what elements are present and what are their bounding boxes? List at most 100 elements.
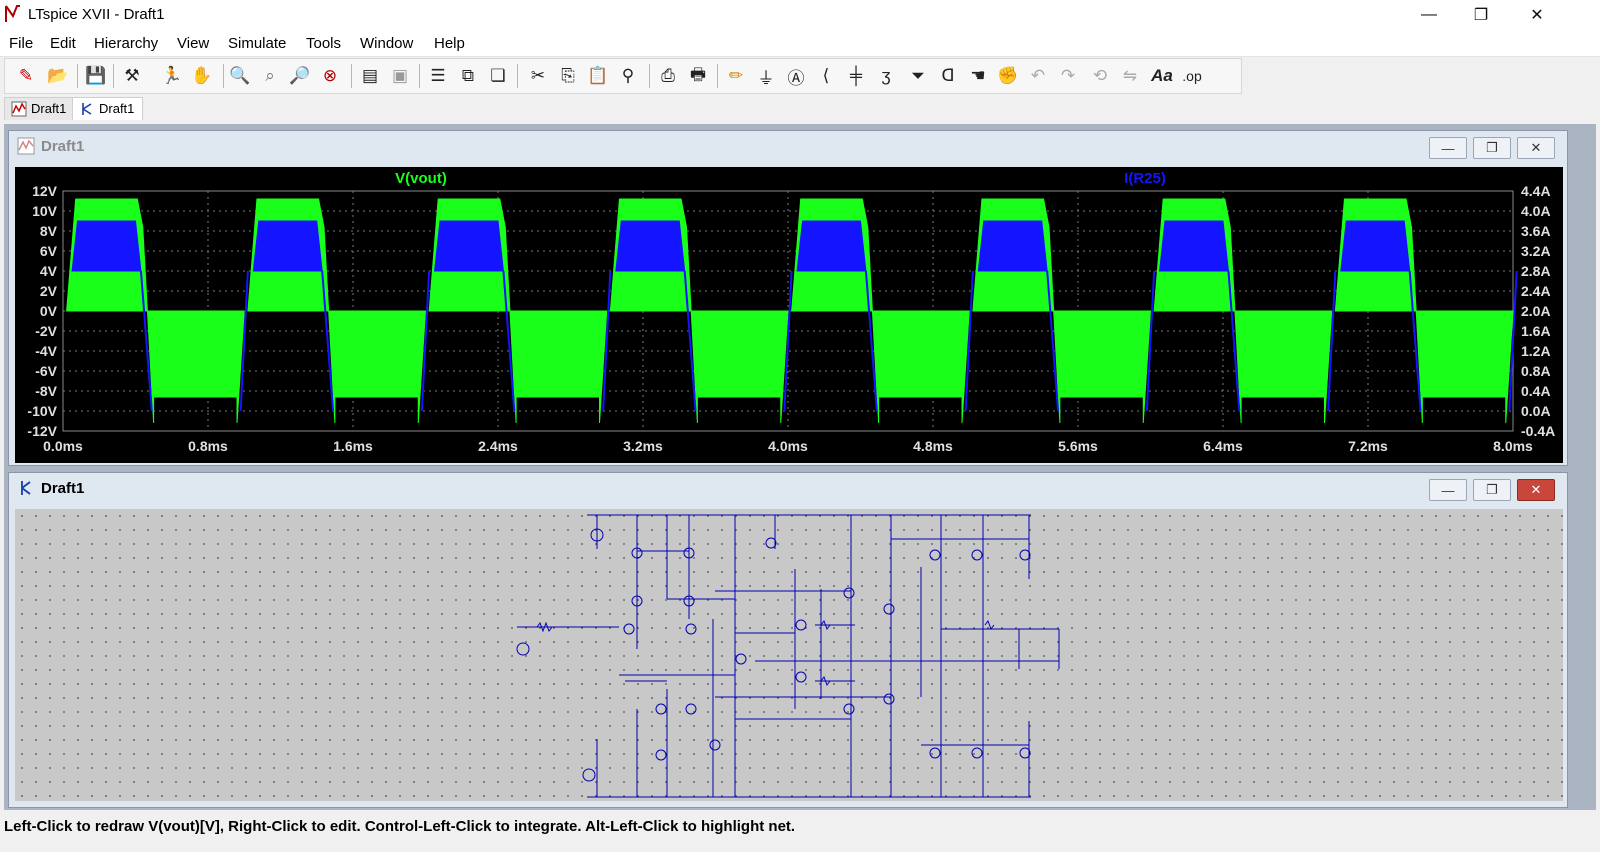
waveform-minimize-button[interactable]: — [1429, 137, 1467, 159]
print-preview-icon[interactable]: ⎙ [655, 63, 681, 89]
x-tick-label: 7.2ms [1348, 438, 1388, 454]
rotate-icon[interactable]: ⟲ [1087, 63, 1113, 89]
fit-view-icon[interactable]: ▣ [387, 63, 413, 89]
new-schematic-icon[interactable]: ✎ [13, 63, 39, 89]
toolbar: ✎ 📂 💾 ⚒ 🏃 ✋ 🔍 ⌕ 🔎 ⊗ ▤ ▣ ☰ ⧉ ❏ ✂ ⎘ 📋 ⚲ ⎙ … [4, 58, 1242, 94]
schematic-drawing [516, 514, 1060, 798]
save-icon[interactable]: 💾 [83, 63, 109, 89]
y-right-tick-label: 4.0A [1521, 203, 1551, 219]
window-title: LTspice XVII - Draft1 [28, 6, 165, 23]
menu-view[interactable]: View [177, 35, 209, 52]
tile-vertical-icon[interactable]: ⧉ [455, 63, 481, 89]
text-icon[interactable]: Aa [1149, 63, 1175, 89]
menu-help[interactable]: Help [434, 35, 465, 52]
zoom-cancel-icon[interactable]: ⊗ [317, 63, 343, 89]
menu-window[interactable]: Window [360, 35, 413, 52]
y-right-tick-label: 0.4A [1521, 383, 1551, 399]
move-icon[interactable]: ☚ [965, 63, 991, 89]
label-net-icon[interactable]: Ⓐ [783, 63, 809, 89]
y-right-tick-label: 2.0A [1521, 303, 1551, 319]
ltspice-logo-icon [5, 5, 20, 22]
open-icon[interactable]: 📂 [45, 63, 71, 89]
series-label-ir25: I(R25) [1124, 170, 1166, 187]
series-label-vout: V(vout) [395, 170, 447, 187]
inductor-icon[interactable]: ʒ [873, 63, 899, 89]
cut-icon[interactable]: ✂ [525, 63, 551, 89]
resistor-icon[interactable]: ⟨ [813, 63, 839, 89]
control-panel-icon[interactable]: ⚒ [119, 63, 145, 89]
zoom-out-icon[interactable]: 🔎 [287, 63, 313, 89]
y-left-tick-label: -2V [35, 323, 57, 339]
cascade-icon[interactable]: ❏ [485, 63, 511, 89]
menu-file[interactable]: File [9, 35, 33, 52]
schematic-window-icon [21, 481, 31, 495]
ir25-trace [977, 220, 1048, 272]
maximize-button[interactable]: ❐ [1452, 0, 1510, 30]
autorange-icon[interactable]: ▤ [357, 63, 383, 89]
x-tick-label: 2.4ms [478, 438, 518, 454]
waveform-restore-button[interactable]: ❐ [1473, 137, 1511, 159]
x-tick-label: 3.2ms [623, 438, 663, 454]
menu-bar: File Edit Hierarchy View Simulate Tools … [0, 30, 1600, 57]
halt-icon[interactable]: ✋ [189, 63, 215, 89]
tab-schematic[interactable]: Draft1 [72, 97, 144, 120]
document-tabs: Draft1 Draft1 [0, 96, 1600, 120]
minimize-button[interactable]: — [1400, 0, 1458, 30]
ground-icon[interactable]: ⏚ [753, 63, 779, 89]
x-tick-label: 6.4ms [1203, 438, 1243, 454]
capacitor-icon[interactable]: ╪ [843, 63, 869, 89]
menu-tools[interactable]: Tools [306, 35, 341, 52]
status-text: Left-Click to redraw V(vout)[V], Right-C… [4, 818, 796, 835]
spice-directive-icon[interactable]: .op [1179, 63, 1205, 89]
print-icon[interactable]: 🖶 [685, 63, 711, 89]
ir25-trace [1159, 220, 1229, 272]
y-right-tick-label: 3.2A [1521, 243, 1551, 259]
menu-hierarchy[interactable]: Hierarchy [94, 35, 158, 52]
x-tick-label: 4.0ms [768, 438, 808, 454]
y-right-tick-label: 0.0A [1521, 403, 1551, 419]
y-right-tick-label: 2.8A [1521, 263, 1551, 279]
y-left-tick-label: 10V [32, 203, 58, 219]
ir25-trace [434, 220, 504, 272]
tile-horizontal-icon[interactable]: ☰ [425, 63, 451, 89]
schematic-minimize-button[interactable]: — [1429, 479, 1467, 501]
y-left-tick-label: 0V [40, 303, 58, 319]
waveform-window-title: Draft1 [41, 138, 85, 155]
zoom-in-icon[interactable]: 🔍 [227, 63, 253, 89]
menu-edit[interactable]: Edit [50, 35, 76, 52]
y-left-tick-label: -6V [35, 363, 57, 379]
drag-icon[interactable]: ✊ [995, 63, 1021, 89]
y-left-tick-label: -12V [27, 423, 57, 439]
y-left-tick-label: 8V [40, 223, 58, 239]
schematic-close-button[interactable]: ✕ [1517, 479, 1555, 501]
ir25-trace [252, 220, 323, 272]
redo-icon[interactable]: ↷ [1055, 63, 1081, 89]
waveform-close-button[interactable]: ✕ [1517, 137, 1555, 159]
waveform-window: Draft1 — ❐ ✕ 0.0ms 0.8ms 1.6ms 2.4ms 3.2ms 4.… [8, 130, 1568, 466]
y-right-tick-label: 0.8A [1521, 363, 1551, 379]
y-right-tick-label: 4.4A [1521, 183, 1551, 199]
ir25-trace [796, 220, 867, 272]
zoom-pan-icon[interactable]: ⌕ [257, 63, 283, 89]
draw-wire-icon[interactable]: ✏ [723, 63, 749, 89]
plot-svg: 0.0ms 0.8ms 1.6ms 2.4ms 3.2ms 4.0ms 4.8ms 5.6ms… [27, 170, 1555, 454]
undo-icon[interactable]: ↶ [1025, 63, 1051, 89]
run-icon[interactable]: 🏃 [159, 63, 185, 89]
y-right-tick-label: 2.4A [1521, 283, 1551, 299]
find-icon[interactable]: ⚲ [615, 63, 641, 89]
schematic-canvas[interactable] [15, 509, 1563, 801]
x-tick-label: 1.6ms [333, 438, 373, 454]
schematic-restore-button[interactable]: ❐ [1473, 479, 1511, 501]
waveform-window-icon [17, 137, 35, 155]
diode-icon[interactable]: ⏷ [905, 63, 931, 89]
x-tick-label: 0.0ms [43, 438, 83, 454]
waveform-plot[interactable]: 0.0ms 0.8ms 1.6ms 2.4ms 3.2ms 4.0ms 4.8ms 5.6ms… [15, 167, 1563, 463]
tab-waveform[interactable]: Draft1 [4, 97, 76, 120]
mirror-icon[interactable]: ⇋ [1117, 63, 1143, 89]
component-icon[interactable]: ᗡ [935, 63, 961, 89]
y-left-tick-label: 4V [40, 263, 58, 279]
paste-icon[interactable]: 📋 [585, 63, 611, 89]
close-button[interactable]: ✕ [1508, 0, 1566, 30]
menu-simulate[interactable]: Simulate [228, 35, 286, 52]
copy-icon[interactable]: ⎘ [555, 63, 581, 89]
